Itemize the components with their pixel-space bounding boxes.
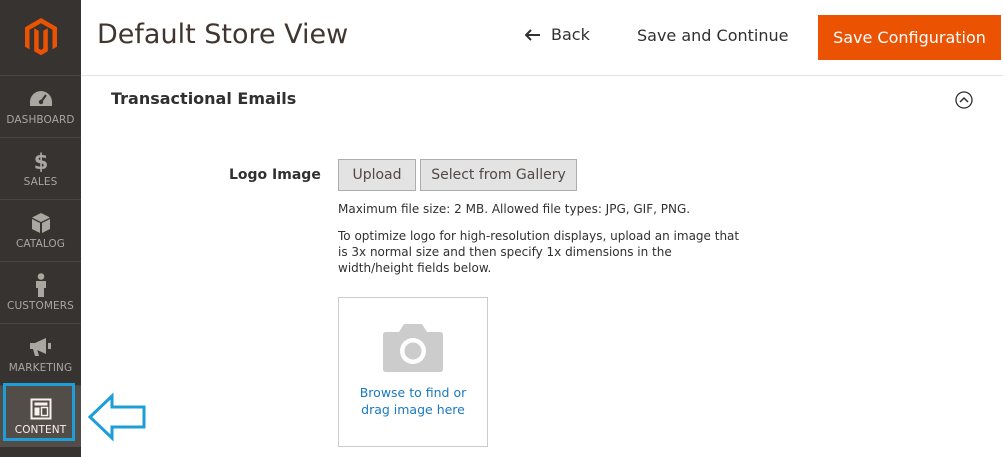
svg-text:$: $ — [33, 150, 48, 172]
sidebar-item-label: CONTENT — [14, 424, 67, 436]
image-dropzone[interactable]: Browse to find or drag image here — [338, 297, 488, 447]
sidebar-item-catalog[interactable]: CATALOG — [0, 199, 81, 261]
dashboard-icon — [29, 87, 53, 111]
megaphone-icon — [29, 335, 53, 359]
collapse-icon[interactable] — [955, 91, 973, 109]
sidebar-item-label: CATALOG — [15, 238, 66, 250]
box-icon — [31, 211, 51, 235]
sidebar-item-label: DASHBOARD — [6, 114, 75, 126]
dollar-icon: $ — [33, 149, 49, 173]
back-button[interactable]: Back — [525, 25, 590, 44]
hi-res-note: To optimize logo for high-resolution dis… — [338, 229, 740, 275]
sidebar-item-label: MARKETING — [8, 362, 73, 374]
layout-icon — [30, 397, 52, 421]
sidebar-item-marketing[interactable]: MARKETING — [0, 323, 81, 385]
sidebar-item-content[interactable]: CONTENT — [0, 385, 81, 447]
logo-image-label: Logo Image — [229, 167, 321, 183]
page-title: Default Store View — [97, 19, 349, 50]
camera-icon — [383, 324, 443, 372]
back-button-label: Back — [551, 25, 590, 44]
sidebar-item-customers[interactable]: CUSTOMERS — [0, 261, 81, 323]
section-title[interactable]: Transactional Emails — [111, 89, 296, 108]
sidebar-item-dashboard[interactable]: DASHBOARD — [0, 75, 81, 137]
save-configuration-button[interactable]: Save Configuration — [818, 15, 1001, 60]
save-and-continue-button[interactable]: Save and Continue — [637, 26, 789, 45]
browse-link[interactable]: Browse to find or drag image here — [348, 384, 478, 418]
select-from-gallery-button[interactable]: Select from Gallery — [420, 159, 577, 191]
person-icon — [34, 273, 48, 297]
upload-button[interactable]: Upload — [338, 159, 416, 191]
magento-logo[interactable] — [0, 0, 81, 74]
arrow-left-icon — [525, 28, 540, 41]
sidebar-item-label: CUSTOMERS — [7, 300, 74, 312]
file-size-note: Maximum file size: 2 MB. Allowed file ty… — [338, 202, 691, 216]
sidebar-item-label: SALES — [23, 176, 58, 188]
admin-sidebar: DASHBOARD $ SALES CATALOG CUSTOMERS MARK… — [0, 0, 81, 457]
callout-arrow-icon — [87, 392, 146, 442]
page-header: Default Store View Back Save and Continu… — [81, 0, 1003, 76]
sidebar-item-sales[interactable]: $ SALES — [0, 137, 81, 199]
magento-logo-icon — [24, 18, 57, 56]
